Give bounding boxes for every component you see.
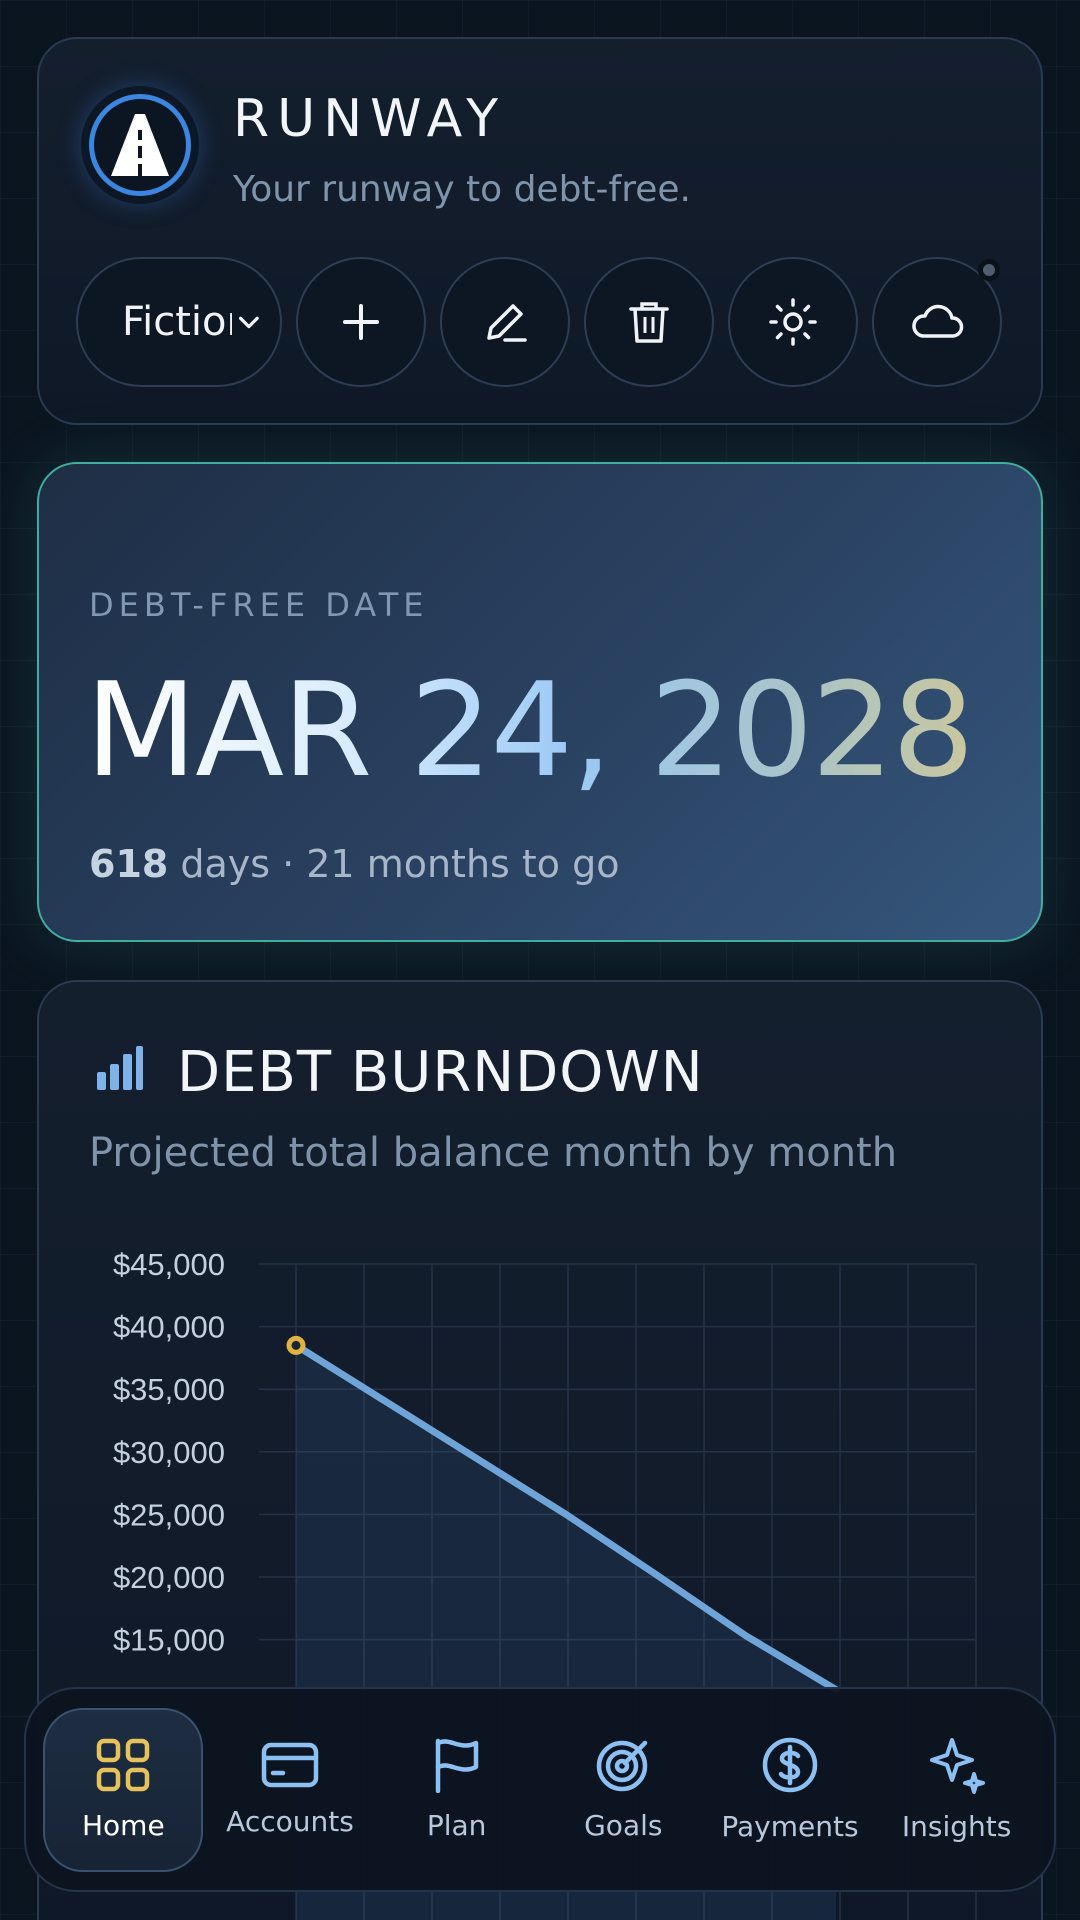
y-tick-label: $30,000 <box>113 1435 225 1470</box>
dollar-icon <box>761 1736 819 1794</box>
flag-icon <box>432 1737 482 1793</box>
nav-label: Plan <box>426 1809 487 1842</box>
nav-label: Payments <box>721 1810 859 1843</box>
days-remaining: 618 <box>89 842 169 886</box>
app-tagline: Your runway to debt-free. <box>233 169 691 210</box>
y-tick-label: $35,000 <box>113 1372 225 1407</box>
y-tick-label: $45,000 <box>113 1247 225 1282</box>
header-toolbar: Fiction <box>76 257 1002 387</box>
header-card: RUNWAY Your runway to debt-free. Fiction <box>37 37 1043 425</box>
cloud-sync-button[interactable] <box>872 257 1002 387</box>
y-tick-label: $15,000 <box>113 1623 225 1658</box>
profile-select[interactable]: Fiction <box>76 257 282 387</box>
add-button[interactable] <box>296 257 426 387</box>
bottom-nav: Home Accounts Plan Goals Payments Insigh… <box>24 1687 1056 1892</box>
nav-label: Insights <box>901 1810 1012 1843</box>
edit-button[interactable] <box>440 257 570 387</box>
sun-icon <box>769 298 817 346</box>
card-icon <box>261 1741 319 1789</box>
sync-status-dot <box>978 259 1000 281</box>
cloud-icon <box>912 304 964 338</box>
nav-item-plan[interactable]: Plan <box>377 1708 537 1872</box>
nav-item-accounts[interactable]: Accounts <box>210 1708 370 1872</box>
nav-item-home[interactable]: Home <box>43 1707 204 1872</box>
nav-label: Accounts <box>226 1805 354 1838</box>
chevron-down-icon <box>239 316 260 329</box>
runway-road-icon <box>111 114 169 176</box>
debt-free-date: MAR 24, 2028 <box>85 654 975 806</box>
target-icon <box>595 1737 651 1793</box>
nav-item-insights[interactable]: Insights <box>877 1708 1037 1872</box>
nav-label: Home <box>81 1809 165 1842</box>
y-tick-label: $40,000 <box>113 1310 225 1345</box>
days-suffix: days · 21 months to go <box>180 842 620 886</box>
app-logo <box>81 86 199 204</box>
delete-button[interactable] <box>584 257 714 387</box>
debt-free-label: DEBT-FREE DATE <box>89 586 429 624</box>
grid-icon <box>95 1737 151 1793</box>
app-title: RUNWAY <box>233 89 506 149</box>
nav-label: Goals <box>584 1809 663 1842</box>
plus-icon <box>343 304 379 340</box>
theme-toggle-button[interactable] <box>728 257 858 387</box>
y-tick-label: $25,000 <box>113 1497 225 1532</box>
profile-select-value: Fiction <box>122 299 232 345</box>
y-tick-label: $20,000 <box>113 1560 225 1595</box>
nav-item-goals[interactable]: Goals <box>543 1708 703 1872</box>
nav-item-payments[interactable]: Payments <box>710 1708 870 1872</box>
debt-free-countdown: 618 days · 21 months to go <box>89 842 620 886</box>
pencil-icon <box>487 304 527 342</box>
debt-free-card: DEBT-FREE DATE MAR 24, 2028 618 days · 21… <box>37 462 1043 942</box>
trash-icon <box>629 302 669 343</box>
start-point-marker <box>286 1335 306 1355</box>
sparkle-icon <box>928 1736 986 1794</box>
